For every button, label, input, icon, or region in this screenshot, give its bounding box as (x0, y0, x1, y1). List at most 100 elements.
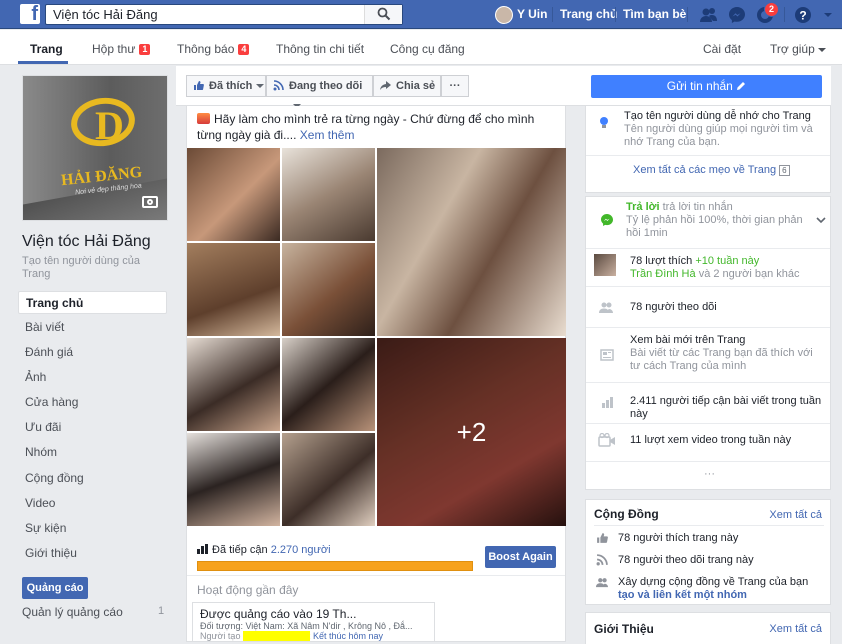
messenger-icon[interactable] (727, 5, 747, 25)
community-likes: 78 người thích trang này (618, 532, 739, 544)
more-button[interactable]: ··· (441, 75, 469, 97)
posts-subtitle: Bài viết từ các Trang bạn đã thích với t… (630, 347, 813, 372)
share-icon (380, 81, 391, 90)
ad-title: Được quảng cáo vào 19 Th... (200, 607, 357, 621)
share-button[interactable]: Chia sẻ (373, 75, 441, 97)
response-label: Trả lời (626, 201, 660, 213)
posts-info[interactable]: Xem bài mới trên Trang Bài viết từ các Tr… (630, 334, 825, 373)
video-stat[interactable]: 11 lượt xem video trong tuần này (630, 434, 791, 447)
promote-button[interactable]: Quảng cáo (22, 577, 88, 599)
post-text: Hãy làm cho mình trẻ ra từng ngày - Chứ … (197, 111, 557, 143)
help-icon[interactable]: ? (793, 5, 813, 25)
create-username-link[interactable]: Tạo tên người dùng của Trang (22, 255, 162, 281)
help-menu[interactable]: Trợ giúp (770, 42, 826, 56)
camera-icon[interactable] (142, 196, 158, 208)
divider (586, 248, 830, 249)
boost-again-button[interactable]: Boost Again (485, 546, 556, 568)
all-tips-link[interactable]: Xem tất cả các mẹo về Trang 6 (633, 164, 790, 177)
facebook-logo[interactable]: f (20, 3, 40, 25)
post-photo-6[interactable] (187, 338, 280, 431)
tab-inbox[interactable]: Hộp thư 1 (92, 42, 151, 56)
likes-week: +10 tuần này (695, 255, 760, 267)
news-feed-icon (600, 349, 614, 361)
sidebar-item-shop[interactable]: Cửa hàng (18, 391, 167, 414)
reach-stat[interactable]: 2.411 người tiếp cận bài viết trong tuần… (630, 395, 830, 421)
sidebar-item-home[interactable]: Trang chủ (18, 291, 167, 314)
followers-count: 78 người theo dõi (630, 301, 717, 313)
post-photo-5[interactable] (377, 148, 566, 336)
tips-box: Tạo tên người dùng dễ nhớ cho Trang Tên n… (585, 106, 831, 193)
dropdown-icon[interactable] (818, 5, 838, 25)
friend-name[interactable]: Trần Đình Hà (630, 268, 696, 280)
sidebar-item-videos[interactable]: Video (18, 492, 167, 515)
sidebar-item-events[interactable]: Sự kiện (18, 517, 167, 540)
about-title[interactable]: Giới Thiệu (594, 622, 654, 636)
response-link[interactable]: trả lời tin nhắn (663, 201, 733, 213)
post-photo-4[interactable] (282, 243, 375, 336)
ad-end: Kết thúc hôm nay (312, 631, 384, 641)
sidebar-item-reviews[interactable]: Đánh giá (18, 341, 167, 364)
post-photo-10[interactable]: +2 (377, 338, 566, 526)
chevron-down-icon[interactable] (814, 213, 828, 227)
more-stats-button[interactable]: ··· (702, 468, 717, 481)
friend-avatar[interactable] (594, 254, 616, 276)
video-camera-icon (598, 433, 615, 447)
post-photo-1[interactable] (187, 148, 280, 241)
tab-page[interactable]: Trang (30, 42, 63, 56)
ad-activity-card[interactable]: Được quảng cáo vào 19 Th... Đối tượng: V… (192, 602, 435, 642)
divider (594, 525, 824, 526)
community-title[interactable]: Cộng Đồng (594, 507, 659, 521)
sidebar-item-offers[interactable]: Ưu đãi (18, 416, 167, 439)
tab-notifications[interactable]: Thông báo 4 (177, 42, 250, 56)
send-message-button[interactable]: Gửi tin nhắn (591, 75, 822, 98)
sidebar-item-groups[interactable]: Nhóm (18, 441, 167, 464)
pencil-icon (737, 82, 746, 90)
sidebar-item-about[interactable]: Giới thiệu (18, 542, 167, 565)
tab-publishing-tools[interactable]: Công cụ đăng (390, 42, 465, 56)
profile-link[interactable]: Y Uin (495, 5, 547, 24)
find-friends-link[interactable]: Tìm bạn bè (623, 5, 686, 24)
post-photo-8[interactable] (187, 433, 280, 526)
page-profile-picture[interactable]: D HẢI ĐĂNG Nơi vẻ đẹp thăng hoa (22, 75, 168, 221)
search-input[interactable] (46, 5, 366, 24)
friend-requests-icon[interactable] (698, 5, 718, 25)
more-photos-overlay[interactable]: +2 (377, 338, 566, 526)
sidebar-item-community[interactable]: Cộng đồng (18, 467, 167, 490)
search-button[interactable] (364, 5, 402, 24)
tip-subtitle: Tên người dùng giúp mọi người tìm và nhớ… (624, 123, 813, 148)
notification-count: 4 (238, 44, 250, 55)
about-see-all[interactable]: Xem tất cả (769, 623, 822, 635)
inbox-count: 1 (139, 44, 151, 55)
see-more-link[interactable]: Xem thêm (300, 128, 355, 142)
logo-letter: D (95, 103, 124, 148)
manage-ads-link[interactable]: Quản lý quảng cáo (22, 605, 123, 619)
page-title[interactable]: Viện tóc Hải Đăng (22, 233, 151, 251)
post-photo-9[interactable] (282, 433, 375, 526)
post-photo-7[interactable] (282, 338, 375, 431)
community-box: Cộng Đồng Xem tất cả 78 người thích tran… (585, 499, 831, 605)
community-see-all[interactable]: Xem tất cả (769, 509, 822, 521)
following-button[interactable]: Đang theo dõi (266, 75, 373, 108)
liked-button[interactable]: Đã thích (186, 75, 266, 97)
tab-insights[interactable]: Thông tin chi tiết (276, 42, 364, 56)
liked-label: Đã thích (209, 80, 253, 92)
page-stats-box: Trả lời trả lời tin nhắn Tỷ lệ phản hồi 1… (585, 196, 831, 490)
reach-label: Đã tiếp cận (212, 544, 268, 556)
chevron-down-icon (817, 48, 826, 52)
divider (784, 7, 785, 22)
post-photo-3[interactable] (187, 243, 280, 336)
ad-status: Người tạo xxxxxxxxxxxxxxx Kết thúc hôm n… (200, 631, 427, 641)
reach-value[interactable]: 2.270 người (271, 544, 331, 556)
sidebar-item-photos[interactable]: Ảnh (18, 366, 167, 389)
post-photo-2[interactable] (282, 148, 375, 241)
posts-title: Xem bài mới trên Trang (630, 334, 746, 346)
home-link[interactable]: Trang chủ (560, 5, 617, 24)
create-group-link[interactable]: tạo và liên kết một nhóm (618, 589, 747, 601)
tip-title[interactable]: Tạo tên người dùng dễ nhớ cho Trang (624, 110, 811, 122)
community-build-text: Xây dựng cộng đồng về Trang của bạn (618, 576, 809, 588)
about-box: Giới Thiệu Xem tất cả (585, 612, 831, 644)
followers-icon (599, 302, 613, 313)
sidebar-item-posts[interactable]: Bài viết (18, 316, 167, 339)
settings-link[interactable]: Cài đặt (703, 42, 741, 56)
ad-target: Đối tượng: Việt Nam: Xã Nâm N'dir , Krôn… (200, 621, 413, 631)
